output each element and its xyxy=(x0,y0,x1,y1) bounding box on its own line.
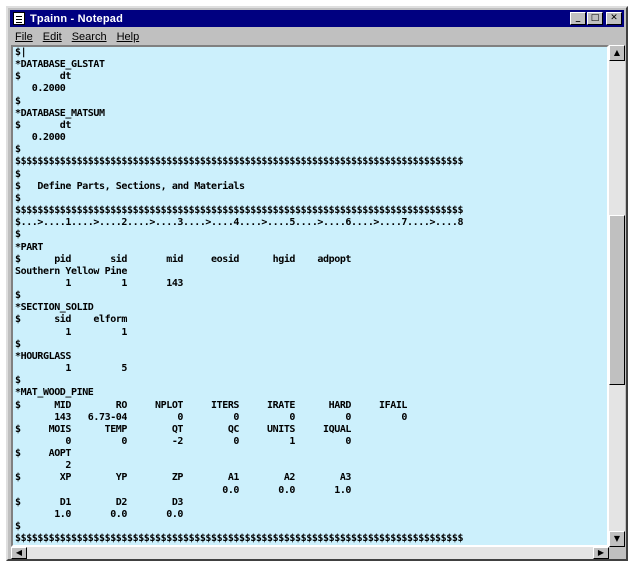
text-editor[interactable]: $| *DATABASE_GLSTAT $ dt 0.2000 $ *DATAB… xyxy=(11,45,609,547)
close-button[interactable]: ✕ xyxy=(606,12,622,25)
minimize-button[interactable]: _ xyxy=(570,12,586,25)
menu-edit[interactable]: Edit xyxy=(38,31,67,43)
scroll-left-icon[interactable]: ◀ xyxy=(11,547,27,559)
title-bar[interactable]: Tpainn - Notepad _ □ ✕ xyxy=(10,10,624,27)
notepad-window: Tpainn - Notepad _ □ ✕ File Edit Search … xyxy=(6,6,628,561)
vertical-scrollbar[interactable]: ▲ ▼ xyxy=(609,45,625,547)
menu-file[interactable]: File xyxy=(10,31,38,43)
scroll-down-icon[interactable]: ▼ xyxy=(609,531,625,547)
notepad-icon[interactable] xyxy=(13,12,25,25)
menu-label-search: Search xyxy=(71,31,107,43)
maximize-button[interactable]: □ xyxy=(587,12,603,25)
vertical-scroll-thumb[interactable] xyxy=(609,215,625,385)
editor-content[interactable]: $| *DATABASE_GLSTAT $ dt 0.2000 $ *DATAB… xyxy=(13,47,607,545)
menu-help[interactable]: Help xyxy=(112,31,145,43)
scroll-right-icon[interactable]: ▶ xyxy=(593,547,609,559)
window-title: Tpainn - Notepad xyxy=(30,12,124,25)
horizontal-scrollbar[interactable]: ◀ ▶ xyxy=(11,547,609,559)
window-controls: _ □ ✕ xyxy=(569,12,622,25)
menu-search[interactable]: Search xyxy=(67,31,112,43)
scrollbar-corner xyxy=(609,547,625,559)
menu-bar: File Edit Search Help xyxy=(10,28,624,46)
menu-label-file: File xyxy=(15,31,33,43)
menu-label-help: Help xyxy=(116,31,140,43)
scroll-up-icon[interactable]: ▲ xyxy=(609,45,625,61)
menu-label-edit: Edit xyxy=(42,31,62,43)
